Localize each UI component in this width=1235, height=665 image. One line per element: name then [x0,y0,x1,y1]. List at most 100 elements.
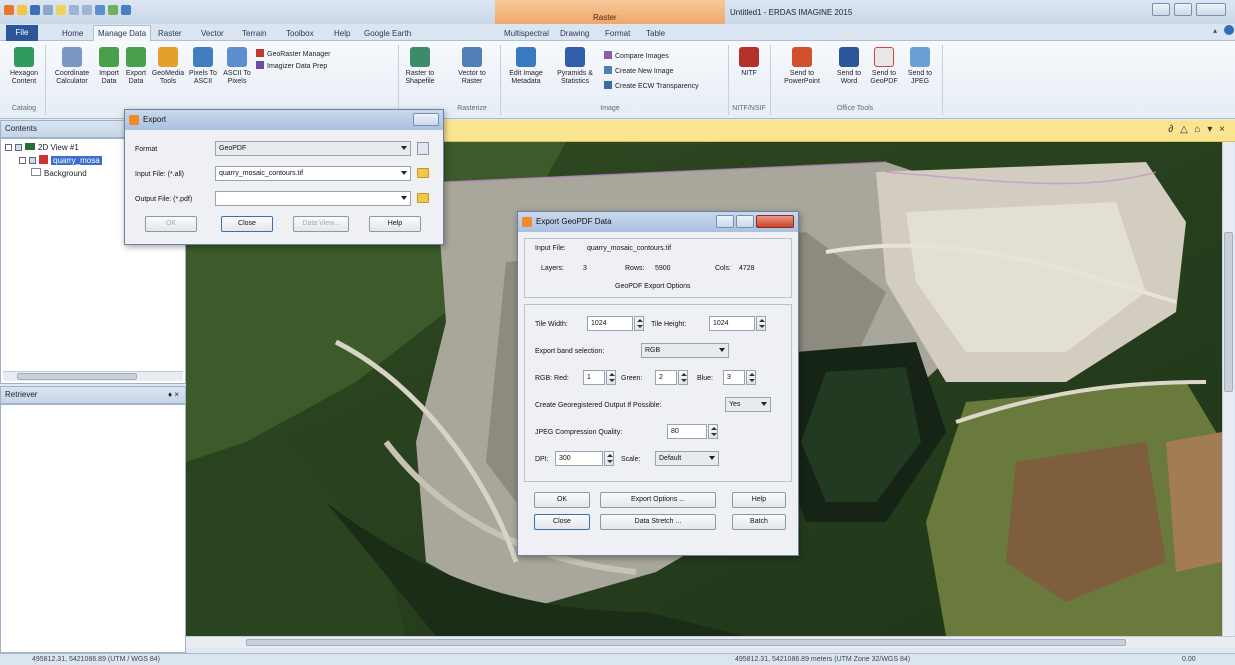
edit-image-metadata-button[interactable]: Edit Image Metadata [504,47,548,86]
help-button[interactable]: Help [732,492,786,508]
maximize-button[interactable] [736,215,754,228]
minimize-button[interactable] [716,215,734,228]
view-icon[interactable] [108,5,118,15]
coordinate-calculator-button[interactable]: Coordinate Calculator [49,47,95,86]
vector-to-raster-button[interactable]: Vector to Raster [454,47,490,86]
import-data-button[interactable]: Import Data [97,47,121,86]
open-icon[interactable] [17,5,27,15]
app-icon[interactable] [4,5,14,15]
help-icon[interactable] [1224,25,1234,35]
red-band-stepper[interactable] [606,370,616,385]
save-icon[interactable] [30,5,40,15]
pan-icon[interactable] [69,5,79,15]
tab-file[interactable]: File [6,25,38,41]
export-dialog-titlebar[interactable]: Export [125,110,443,130]
dpi-input[interactable]: 300 [555,451,603,466]
ribbon-collapse-icon[interactable]: ▴ [1213,26,1217,35]
layer-checkbox[interactable] [29,157,36,164]
tab-toolbox[interactable]: Toolbox [282,26,318,41]
pyramids-statistics-button[interactable]: Pyramids & Statistics [552,47,598,86]
create-ecw-transparency-button[interactable]: Create ECW Transparency [604,81,699,90]
help-button[interactable]: Help [369,216,421,232]
raster-to-shapefile-button[interactable]: Raster to Shapefile [402,47,438,86]
view-checkbox[interactable] [15,144,22,151]
send-to-geopdf-button[interactable]: Send to GeoPDF [868,47,900,86]
tab-multispectral[interactable]: Multispectral [500,26,553,41]
layout-icon[interactable] [95,5,105,15]
geopdf-dialog-titlebar[interactable]: Export GeoPDF Data [518,212,798,232]
scrollbar-thumb[interactable] [246,639,1126,646]
close-window-button[interactable] [1196,3,1226,16]
close-icon[interactable] [756,215,794,228]
tree-layer-node[interactable]: quarry_mosa [19,155,102,165]
select-icon[interactable] [56,5,66,15]
scrollbar-thumb[interactable] [17,373,137,380]
band-selection-select[interactable]: RGB [641,343,729,358]
export-options-button[interactable]: Export Options ... [600,492,716,508]
send-to-powerpoint-button[interactable]: Send to PowerPoint [782,47,822,86]
retriever-pin-close[interactable]: ♦ × [168,387,179,403]
tile-height-stepper[interactable] [756,316,766,331]
tab-google-earth[interactable]: Google Earth [360,26,415,41]
close-button[interactable]: Close [534,514,590,530]
nitf-button[interactable]: NITF [732,47,766,78]
data-view-button[interactable]: Data View... [293,216,349,232]
georegistered-select[interactable]: Yes [725,397,771,412]
map-vertical-scrollbar[interactable] [1222,142,1234,636]
tab-table[interactable]: Table [642,26,669,41]
maximize-button[interactable] [1174,3,1192,16]
jpeg-quality-stepper[interactable] [708,424,718,439]
expand-toggle[interactable] [5,144,12,151]
blue-band-input[interactable]: 3 [723,370,745,385]
ok-button[interactable]: OK [145,216,197,232]
tile-height-input[interactable]: 1024 [709,316,755,331]
pixels-to-ascii-button[interactable]: Pixels To ASCII [187,47,219,86]
tree-view-node[interactable]: 2D View #1 [5,143,79,152]
ok-button[interactable]: OK [534,492,590,508]
blue-band-stepper[interactable] [746,370,756,385]
tab-format[interactable]: Format [601,26,634,41]
tile-width-stepper[interactable] [634,316,644,331]
scale-select[interactable]: Default [655,451,719,466]
data-stretch-button[interactable]: Data Stretch ... [600,514,716,530]
tree-background-node[interactable]: Background [31,168,87,178]
format-options-button[interactable] [417,142,429,155]
tab-terrain[interactable]: Terrain [238,26,270,41]
georaster-manager-button[interactable]: GeoRaster Manager [256,49,330,58]
dpi-stepper[interactable] [604,451,614,466]
contents-scrollbar[interactable] [3,371,183,381]
scrollbar-thumb[interactable] [1224,232,1233,392]
folder-icon[interactable] [417,168,429,178]
output-file-field[interactable] [215,191,411,206]
tab-home[interactable]: Home [58,26,87,41]
folder-icon[interactable] [417,193,429,203]
create-new-image-button[interactable]: Create New Image [604,66,673,75]
hexagon-content-button[interactable]: Hexagon Content [6,47,42,86]
send-to-word-button[interactable]: Send to Word [834,47,864,86]
red-band-input[interactable]: 1 [583,370,605,385]
jpeg-quality-input[interactable]: 80 [667,424,707,439]
layer-label[interactable]: quarry_mosa [51,156,102,165]
send-to-jpeg-button[interactable]: Send to JPEG [904,47,936,86]
batch-button[interactable]: Batch [732,514,786,530]
view-controls-icons[interactable]: ∂ △ ⌂ ▾ × [1168,124,1227,135]
tile-width-input[interactable]: 1024 [587,316,633,331]
compare-images-button[interactable]: Compare Images [604,51,669,60]
expand-toggle[interactable] [19,157,26,164]
green-band-stepper[interactable] [678,370,688,385]
undo-icon[interactable] [43,5,53,15]
green-band-input[interactable]: 2 [655,370,677,385]
tab-manage-data[interactable]: Manage Data [93,25,152,41]
format-select[interactable]: GeoPDF [215,141,411,156]
zoom-icon[interactable] [82,5,92,15]
tab-raster[interactable]: Raster [154,26,186,41]
input-file-field[interactable]: quarry_mosaic_contours.tif [215,166,411,181]
ascii-to-pixels-button[interactable]: ASCII To Pixels [221,47,253,86]
minimize-button[interactable] [1152,3,1170,16]
imagizer-data-prep-button[interactable]: Imagizer Data Prep [256,61,327,70]
export-data-button[interactable]: Export Data [123,47,149,86]
export-dialog-close-icon[interactable] [413,113,439,126]
tab-vector[interactable]: Vector [197,26,228,41]
window-icon[interactable] [121,5,131,15]
map-horizontal-scrollbar[interactable] [186,636,1235,648]
